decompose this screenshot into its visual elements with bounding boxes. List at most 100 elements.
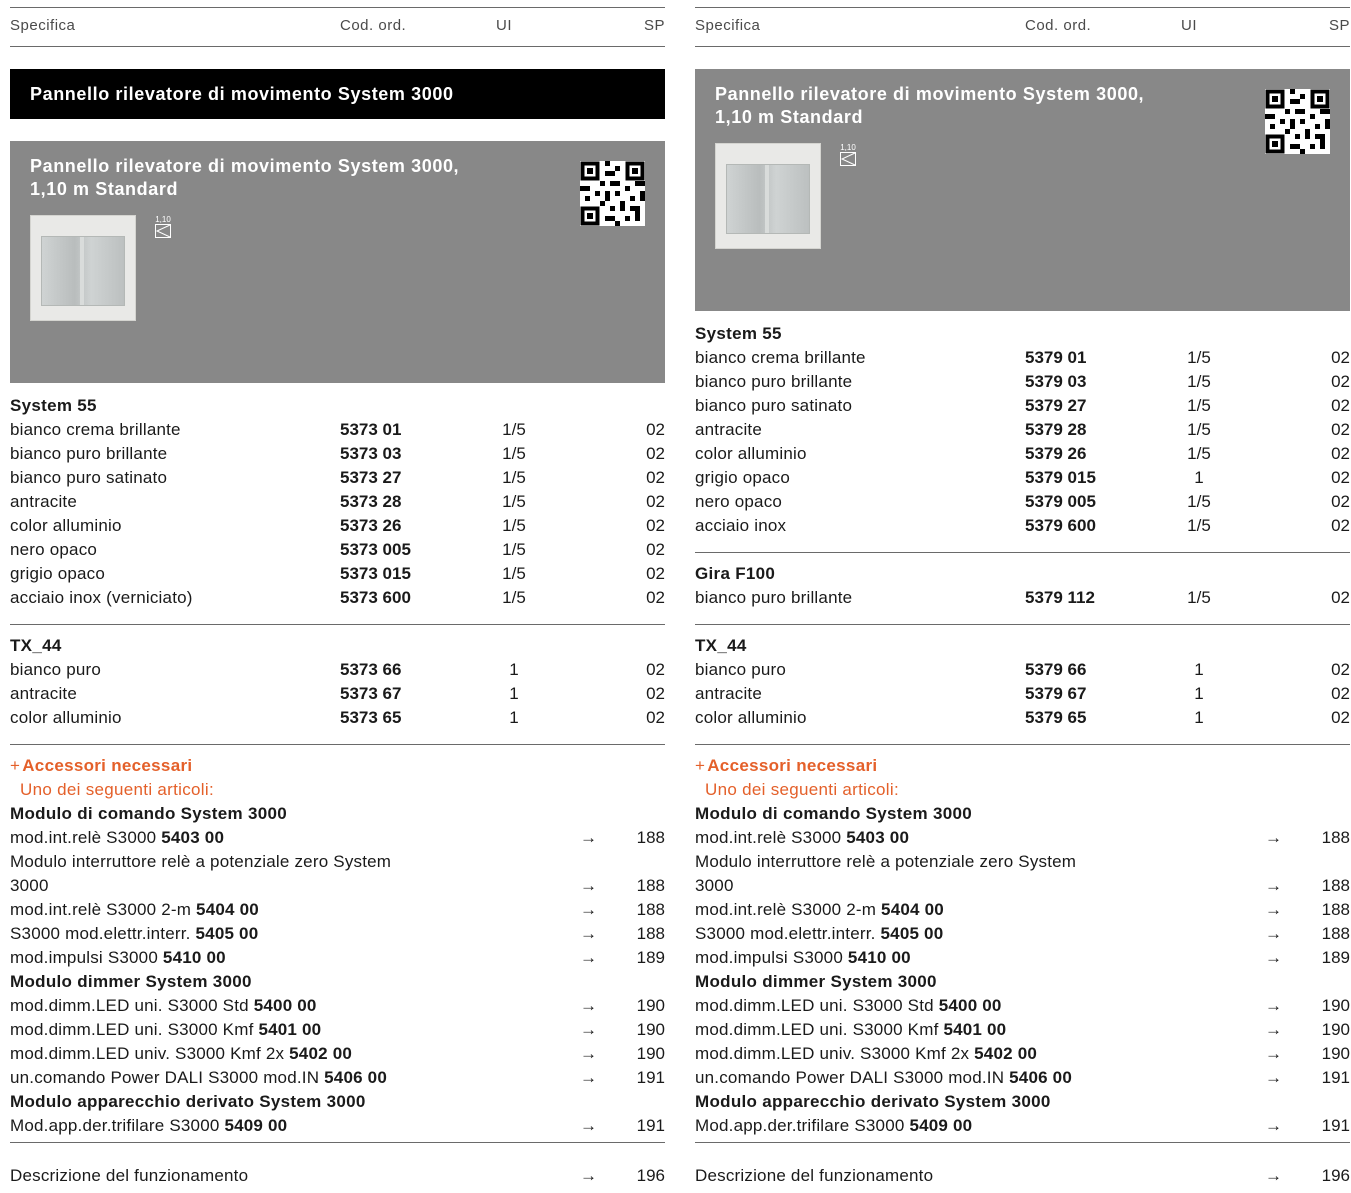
accessory-text: mod.impulsi S3000 [10, 948, 158, 967]
page-ref: 188 [636, 828, 665, 847]
order-code: 5379 26 [1025, 444, 1087, 463]
sp-value: 02 [1331, 348, 1350, 367]
accessory-label: mod.impulsi S3000 5410 00 [10, 948, 226, 968]
accessory-text: mod.int.relè S3000 [695, 828, 842, 847]
accessory-label: mod.dimm.LED uni. S3000 Std 5400 00 [10, 996, 317, 1016]
table-row: bianco puro satinato 5373 27 1/5 02 [10, 466, 665, 490]
unit-count: 1 [1194, 468, 1204, 487]
table-row: color alluminio 5373 65 1 02 [10, 706, 665, 730]
accessory-label: Mod.app.der.trifilare S3000 5409 00 [695, 1116, 972, 1136]
unit-count: 1/5 [502, 564, 526, 583]
accessory-text: mod.dimm.LED univ. S3000 Kmf 2x [10, 1044, 285, 1063]
accessory-text: Modulo interruttore relè a potenziale ze… [695, 852, 1077, 871]
order-code: 5379 112 [1025, 588, 1095, 607]
accessory-item[interactable]: S3000 mod.elettr.interr. 5405 00 → 188 [695, 922, 1350, 946]
accessory-label: mod.dimm.LED uni. S3000 Kmf 5401 00 [10, 1020, 321, 1040]
unit-count: 1/5 [502, 468, 526, 487]
accessory-label: mod.int.relè S3000 5403 00 [695, 828, 909, 848]
accessory-label: un.comando Power DALI S3000 mod.IN 5406 … [695, 1068, 1072, 1088]
accessory-item[interactable]: mod.dimm.LED uni. S3000 Std 5400 00 → 190 [695, 994, 1350, 1018]
accessory-code: 5400 00 [253, 996, 317, 1015]
arrow-icon: → [1265, 876, 1282, 895]
accessory-item[interactable]: Mod.app.der.trifilare S3000 5409 00 → 191 [695, 1114, 1350, 1138]
accessory-code: 5401 00 [943, 1020, 1007, 1039]
order-code: 5373 26 [340, 516, 402, 535]
arrow-icon: → [580, 1116, 597, 1135]
accessory-label: mod.dimm.LED uni. S3000 Kmf 5401 00 [695, 1020, 1006, 1040]
accessory-code: 5404 00 [881, 900, 944, 919]
accessory-item[interactable]: mod.int.relè S3000 2-m 5404 00 → 188 [695, 898, 1350, 922]
accessory-item[interactable]: mod.int.relè S3000 2-m 5404 00 → 188 [10, 898, 665, 922]
accessory-label: Modulo interruttore relè a potenziale ze… [695, 852, 1076, 872]
module-command-title: Modulo di comando System 3000 [695, 804, 972, 823]
table-row: bianco crema brillante 5373 01 1/5 02 [10, 418, 665, 442]
section-title-bar: Pannello rilevatore di movimento System … [10, 69, 665, 119]
accessory-text: Modulo interruttore relè a potenziale ze… [10, 852, 392, 871]
accessories-title: + Accessori necessari [695, 756, 877, 776]
page-ref: 191 [1321, 1068, 1350, 1087]
order-code: 5379 01 [1025, 348, 1087, 367]
accessory-item[interactable]: mod.int.relè S3000 5403 00 → 188 [10, 826, 665, 850]
color-name: antracite [695, 684, 763, 703]
accessory-item[interactable]: Mod.app.der.trifilare S3000 5409 00 → 191 [10, 1114, 665, 1138]
order-code: 5379 27 [1025, 396, 1087, 415]
accessory-item[interactable]: un.comando Power DALI S3000 mod.IN 5406 … [695, 1066, 1350, 1090]
arrow-icon: → [580, 828, 597, 847]
sp-value: 02 [1331, 492, 1350, 511]
order-code: 5373 67 [340, 684, 402, 703]
accessories-subtitle: Uno dei seguenti articoli: [705, 780, 899, 799]
product-title-line-1: Pannello rilevatore di movimento System … [30, 156, 460, 176]
accessory-code: 5405 00 [880, 924, 944, 943]
accessory-item[interactable]: mod.dimm.LED uni. S3000 Kmf 5401 00 → 190 [695, 1018, 1350, 1042]
arrow-icon: → [1265, 996, 1282, 1015]
accessory-code: 5403 00 [846, 828, 910, 847]
unit-count: 1 [1194, 708, 1204, 727]
accessory-item[interactable]: mod.impulsi S3000 5410 00 → 189 [695, 946, 1350, 970]
sp-value: 02 [646, 420, 665, 439]
accessory-label: Mod.app.der.trifilare S3000 5409 00 [10, 1116, 287, 1136]
color-name: bianco crema brillante [10, 420, 181, 439]
module-dimmer-title: Modulo dimmer System 3000 [695, 972, 937, 991]
accessory-label: 3000 [695, 876, 734, 896]
description-link[interactable]: Descrizione del funzionamento → 196 [10, 1164, 665, 1188]
accessory-text: mod.int.relè S3000 2-m [10, 900, 192, 919]
unit-count: 1/5 [502, 540, 526, 559]
accessory-item[interactable]: mod.int.relè S3000 5403 00 → 188 [695, 826, 1350, 850]
accessory-item[interactable]: 3000 → 188 [695, 874, 1350, 898]
plus-icon: + [10, 756, 21, 775]
accessory-item[interactable]: un.comando Power DALI S3000 mod.IN 5406 … [10, 1066, 665, 1090]
header-ui: UI [496, 17, 512, 34]
unit-count: 1/5 [1187, 348, 1211, 367]
color-name: acciaio inox [695, 516, 787, 535]
accessory-item[interactable]: mod.impulsi S3000 5410 00 → 189 [10, 946, 665, 970]
accessory-item[interactable]: mod.dimm.LED uni. S3000 Std 5400 00 → 190 [10, 994, 665, 1018]
accessory-item[interactable]: mod.dimm.LED univ. S3000 Kmf 2x 5402 00 →… [695, 1042, 1350, 1066]
unit-count: 1/5 [1187, 588, 1211, 607]
order-code: 5373 65 [340, 708, 402, 727]
table-row: bianco puro brillante 5379 03 1/5 02 [695, 370, 1350, 394]
accessory-text: mod.int.relè S3000 [10, 828, 157, 847]
accessory-code: 5410 00 [847, 948, 911, 967]
color-name: grigio opaco [695, 468, 791, 487]
color-name: bianco puro satinato [10, 468, 168, 487]
accessory-item[interactable]: S3000 mod.elettr.interr. 5405 00 → 188 [10, 922, 665, 946]
sp-value: 02 [1331, 372, 1350, 391]
page-ref: 188 [1321, 924, 1350, 943]
arrow-icon: → [1265, 1166, 1282, 1185]
order-code: 5373 28 [340, 492, 402, 511]
color-name: bianco puro brillante [10, 444, 168, 463]
accessory-item[interactable]: mod.dimm.LED univ. S3000 Kmf 2x 5402 00 →… [10, 1042, 665, 1066]
accessory-text: Mod.app.der.trifilare S3000 [695, 1116, 905, 1135]
accessory-label: Modulo interruttore relè a potenziale ze… [10, 852, 391, 872]
table-row: color alluminio 5379 26 1/5 02 [695, 442, 1350, 466]
accessory-item[interactable]: 3000 → 188 [10, 874, 665, 898]
table-row: bianco puro brillante 5379 112 1/5 02 [695, 586, 1350, 610]
accessory-label: 3000 [10, 876, 49, 896]
description-link[interactable]: Descrizione del funzionamento → 196 [695, 1164, 1350, 1188]
angle-label: 1,10 [155, 215, 171, 224]
color-name: nero opaco [10, 540, 98, 559]
sp-value: 02 [646, 564, 665, 583]
module-command-title: Modulo di comando System 3000 [10, 804, 287, 823]
accessory-item[interactable]: mod.dimm.LED uni. S3000 Kmf 5401 00 → 190 [10, 1018, 665, 1042]
sp-value: 02 [646, 588, 665, 607]
